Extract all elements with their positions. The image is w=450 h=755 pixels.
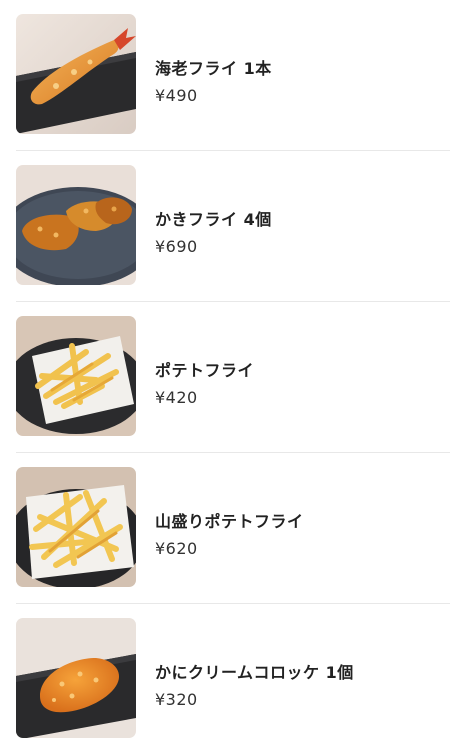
menu-item-large-french-fries[interactable]: 山盛りポテトフライ ¥620 <box>16 453 450 604</box>
menu-item-price: ¥620 <box>155 539 198 558</box>
menu-item-name: 山盛りポテトフライ <box>155 512 304 531</box>
menu-item-price: ¥320 <box>155 690 198 709</box>
menu-item-price: ¥690 <box>155 237 198 256</box>
menu-item-french-fries[interactable]: ポテトフライ ¥420 <box>16 302 450 453</box>
menu-item-crab-cream-croquette[interactable]: かにクリームコロッケ 1個 ¥320 <box>16 604 450 755</box>
menu-item-name: 海老フライ 1本 <box>155 59 272 78</box>
large-french-fries-image <box>16 467 136 587</box>
fried-shrimp-image <box>16 14 136 134</box>
french-fries-image <box>16 316 136 436</box>
menu-item-price: ¥490 <box>155 86 198 105</box>
menu-item-name: かにクリームコロッケ 1個 <box>155 663 354 682</box>
crab-cream-croquette-image <box>16 618 136 738</box>
fried-oysters-image <box>16 165 136 285</box>
menu-item-name: かきフライ 4個 <box>155 210 272 229</box>
menu-item-fried-oysters[interactable]: かきフライ 4個 ¥690 <box>16 151 450 302</box>
menu-item-name: ポテトフライ <box>155 361 255 380</box>
menu-item-price: ¥420 <box>155 388 198 407</box>
menu-item-fried-shrimp[interactable]: 海老フライ 1本 ¥490 <box>16 0 450 151</box>
menu-list: 海老フライ 1本 ¥490 かきフライ 4個 ¥690 ポテトフライ ¥420 … <box>0 0 450 751</box>
